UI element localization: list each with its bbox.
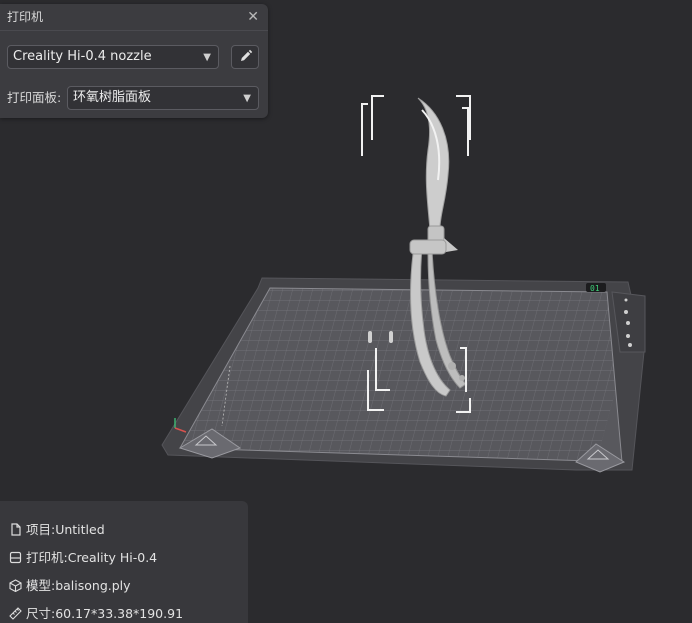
info-size: 尺寸:60.17*33.38*190.91 <box>9 605 183 623</box>
bed-corner-badge-text: 01 <box>590 284 600 293</box>
file-icon <box>11 523 21 536</box>
plate-pin <box>368 331 372 343</box>
printer-panel-title: 打印机 <box>7 10 44 24</box>
info-model: 模型:balisong.ply <box>9 577 131 595</box>
3d-viewport[interactable]: 01 打印机 ✕ Creality Hi-0.4 nozzle ▼ 打印面板: … <box>0 0 692 623</box>
info-project: 项目:Untitled <box>9 521 105 539</box>
pencil-icon <box>241 49 253 61</box>
ruler-icon <box>9 607 22 620</box>
printer-panel-header: 打印机 ✕ <box>0 4 268 31</box>
info-size-text: 尺寸:60.17*33.38*190.91 <box>26 606 184 621</box>
close-icon[interactable]: ✕ <box>247 4 259 30</box>
plate-select[interactable]: 环氧树脂面板 ▼ <box>67 86 259 110</box>
printer-select-value: Creality Hi-0.4 nozzle <box>13 49 152 64</box>
chevron-down-icon: ▼ <box>243 93 251 104</box>
printer-select[interactable]: Creality Hi-0.4 nozzle ▼ <box>7 45 219 69</box>
chevron-down-icon: ▼ <box>203 52 211 63</box>
plate-pin <box>389 331 393 343</box>
info-printer: 打印机:Creality Hi-0.4 <box>9 549 157 567</box>
plate-label: 打印面板: <box>7 90 62 105</box>
model-info-panel: 项目:Untitled 打印机:Creality Hi-0.4 模型:balis… <box>0 501 248 623</box>
edit-printer-button[interactable] <box>231 45 259 69</box>
cube-icon <box>9 579 22 593</box>
printer-panel: 打印机 ✕ Creality Hi-0.4 nozzle ▼ 打印面板: 环氧树… <box>0 4 268 118</box>
plate-select-value: 环氧树脂面板 <box>73 90 152 105</box>
info-project-text: 项目:Untitled <box>26 522 105 537</box>
info-model-text: 模型:balisong.ply <box>26 578 131 593</box>
printer-icon <box>9 551 22 564</box>
info-printer-text: 打印机:Creality Hi-0.4 <box>26 550 158 565</box>
